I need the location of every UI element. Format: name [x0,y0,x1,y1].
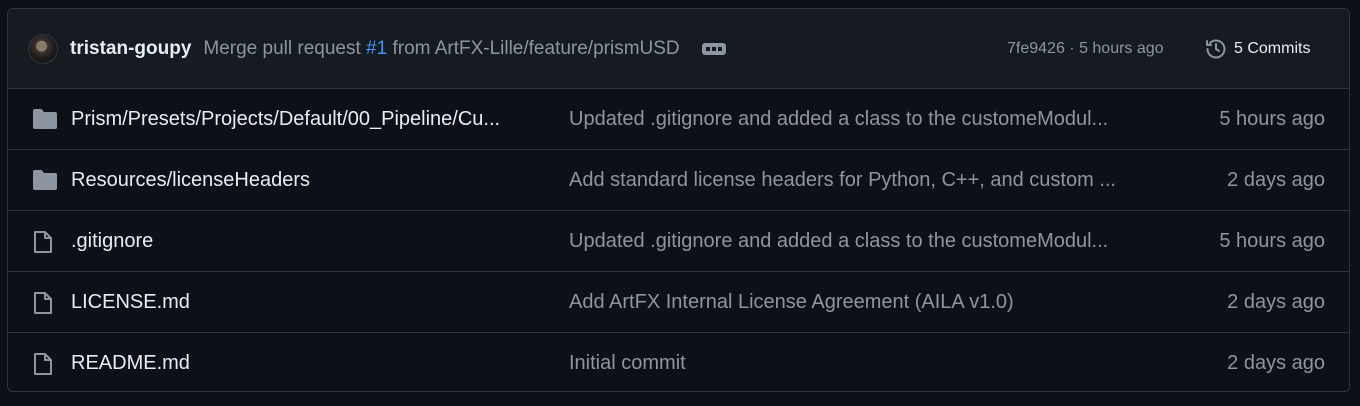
file-icon [32,352,54,382]
file-icon [32,291,54,321]
commit-author[interactable]: tristan-goupy [70,38,191,60]
file-commit-message[interactable]: Updated .gitignore and added a class to … [569,89,1139,149]
file-row[interactable]: README.md Initial commit 2 days ago [8,333,1349,391]
commit-message-prefix: Merge pull request [203,37,367,59]
file-row[interactable]: Resources/licenseHeaders Add standard lic… [8,150,1349,211]
file-commit-message[interactable]: Updated .gitignore and added a class to … [569,211,1139,271]
file-commit-age: 5 hours ago [1219,108,1325,130]
file-name[interactable]: Prism/Presets/Projects/Default/00_Pipeli… [71,89,521,149]
file-commit-age: 2 days ago [1227,291,1325,313]
file-commit-age: 2 days ago [1227,169,1325,191]
commit-message-suffix: from ArtFX-Lille/feature/prismUSD [387,37,680,59]
commits-count: 5 Commits [1234,40,1311,57]
file-commit-age: 5 hours ago [1219,230,1325,252]
file-commit-message[interactable]: Add ArtFX Internal License Agreement (AI… [569,272,1139,332]
folder-icon [32,169,58,197]
file-name[interactable]: README.md [71,333,521,391]
folder-icon [32,108,58,136]
file-icon [32,230,54,260]
commit-message[interactable]: Merge pull request #1 from ArtFX-Lille/f… [203,38,679,60]
commits-link[interactable]: 5 Commits [1204,9,1310,89]
author-avatar[interactable] [28,33,58,64]
ellipsis-icon[interactable] [701,42,726,55]
commit-time: 5 hours ago [1079,40,1164,57]
meta-separator: · [1064,40,1080,57]
commit-sha[interactable]: 7fe9426 [1007,40,1065,57]
file-name[interactable]: Resources/licenseHeaders [71,150,521,210]
file-commit-age: 2 days ago [1227,352,1325,374]
file-row[interactable]: .gitignore Updated .gitignore and added a… [8,211,1349,272]
file-commit-message[interactable]: Add standard license headers for Python,… [569,150,1139,210]
file-name[interactable]: .gitignore [71,211,521,271]
file-name[interactable]: LICENSE.md [71,272,521,332]
file-row[interactable]: Prism/Presets/Projects/Default/00_Pipeli… [8,89,1349,150]
commit-meta: 7fe9426 · 5 hours ago [1007,9,1164,89]
history-icon [1206,39,1226,59]
file-row[interactable]: LICENSE.md Add ArtFX Internal License Agr… [8,272,1349,333]
pull-request-link[interactable]: #1 [366,38,387,59]
latest-commit-header: tristan-goupy Merge pull request #1 from… [8,9,1349,89]
file-browser: tristan-goupy Merge pull request #1 from… [7,8,1350,392]
file-list: Prism/Presets/Projects/Default/00_Pipeli… [8,89,1349,391]
file-commit-message[interactable]: Initial commit [569,333,1139,391]
